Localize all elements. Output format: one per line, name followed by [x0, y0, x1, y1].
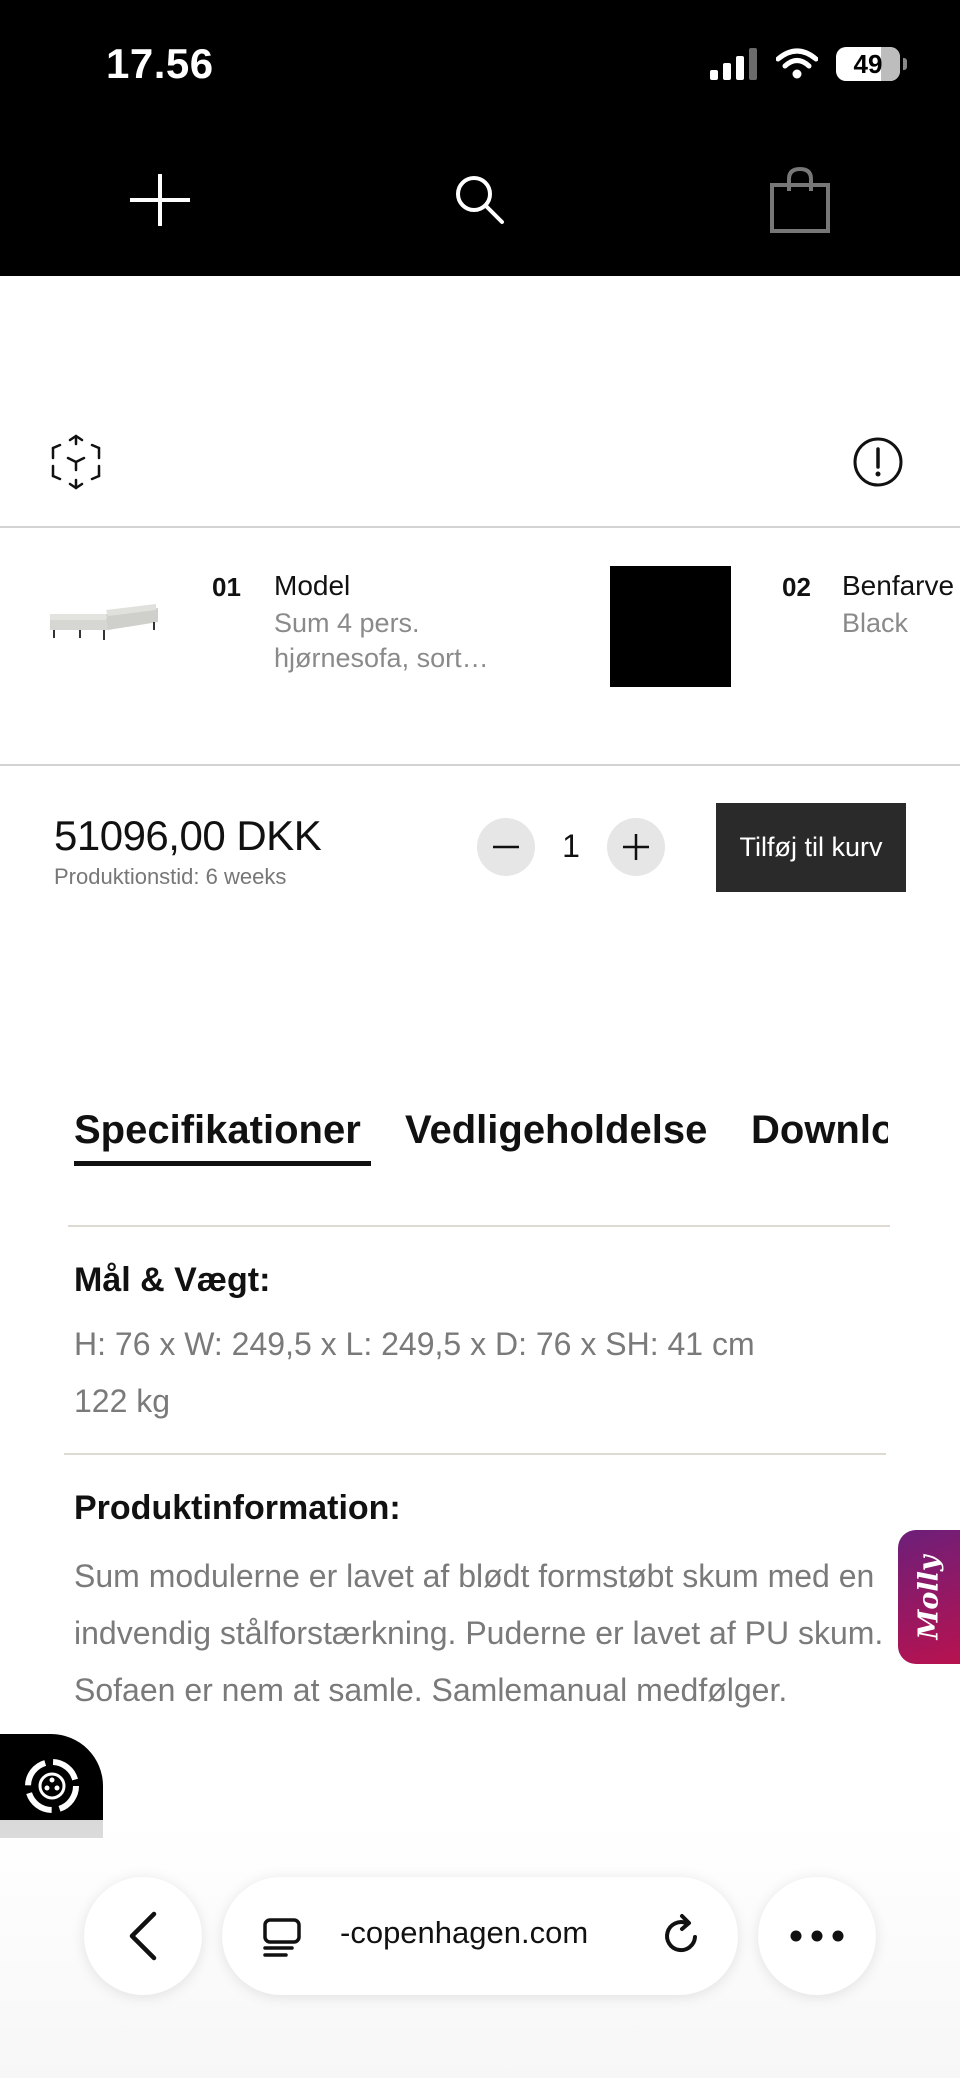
product-tabs: Specifikationer Vedligeholdelse Download… — [74, 1100, 888, 1170]
step-value-model-line2: hjørnesofa, sort… — [274, 643, 489, 673]
product-price: 51096,00 DKK — [54, 812, 322, 859]
quantity-value: 1 — [562, 828, 580, 864]
ar-view-button[interactable] — [50, 434, 102, 495]
dimensions-text: H: 76 x W: 249,5 x L: 249,5 x D: 76 x SH… — [74, 1326, 755, 1362]
step-value-model-line1: Sum 4 pers. — [274, 608, 420, 638]
divider — [0, 764, 960, 766]
step-title-legcolor: Benfarve — [842, 570, 955, 601]
info-button[interactable] — [852, 436, 904, 493]
step-number-model: 01 — [212, 572, 241, 602]
status-icons: 49 — [710, 44, 907, 84]
reader-icon[interactable] — [262, 1917, 302, 1957]
add-to-cart-button[interactable]: Tilføj til kurv — [716, 803, 906, 892]
accessibility-icon — [24, 1759, 79, 1813]
menu-icon — [130, 174, 190, 226]
tab-maintenance[interactable]: Vedligeholdelse — [405, 1108, 707, 1153]
product-info-text: Sum modulerne er lavet af blødt formstøb… — [74, 1558, 884, 1708]
divider — [68, 1225, 890, 1227]
active-tab-indicator — [74, 1161, 371, 1166]
browser-back-button[interactable] — [84, 1877, 202, 1995]
leg-color-swatch[interactable] — [610, 566, 731, 687]
more-dots-icon — [790, 1930, 844, 1942]
chevron-left-icon — [129, 1911, 157, 1961]
quantity-decrease-button[interactable] — [477, 818, 535, 876]
minus-icon — [493, 845, 519, 849]
step-title-model: Model — [274, 570, 351, 601]
sofa-thumbnail[interactable] — [46, 600, 162, 644]
browser-more-button[interactable] — [758, 1877, 876, 1995]
plus-icon — [623, 834, 649, 860]
step-value-legcolor: Black — [842, 608, 909, 638]
signal-icon — [710, 48, 757, 80]
tab-specifications[interactable]: Specifikationer — [74, 1108, 361, 1153]
molly-chat-button[interactable]: Molly — [898, 1530, 960, 1664]
address-bar[interactable]: -copenhagen.com — [222, 1877, 738, 1995]
production-time: Produktionstid: 6 weeks — [54, 864, 287, 889]
shopping-bag-icon — [770, 167, 830, 233]
status-time: 17.56 — [106, 40, 214, 87]
menu-button[interactable] — [120, 160, 200, 240]
weight-text: 122 kg — [74, 1383, 171, 1419]
search-icon — [456, 176, 504, 224]
dimensions-heading: Mål & Vægt: — [74, 1261, 271, 1299]
molly-label: Molly — [913, 1554, 945, 1640]
configurator-strip[interactable]: 01 Model Sum 4 pers. hjørnesofa, sort… 0… — [0, 528, 960, 764]
ar-cube-icon — [51, 434, 101, 490]
reload-icon[interactable] — [658, 1913, 704, 1959]
battery-level: 49 — [853, 48, 883, 79]
search-button[interactable] — [440, 160, 520, 240]
divider — [64, 1453, 886, 1455]
info-icon — [853, 437, 903, 487]
tab-downloads[interactable]: Downloads — [751, 1108, 888, 1153]
cart-button[interactable] — [760, 160, 840, 240]
step-number-legcolor: 02 — [782, 572, 811, 602]
url-text: -copenhagen.com — [340, 1915, 589, 1950]
product-info-heading: Produktinformation: — [74, 1489, 401, 1527]
quantity-increase-button[interactable] — [607, 818, 665, 876]
battery-icon: 49 — [836, 47, 907, 81]
wifi-icon — [776, 48, 818, 79]
